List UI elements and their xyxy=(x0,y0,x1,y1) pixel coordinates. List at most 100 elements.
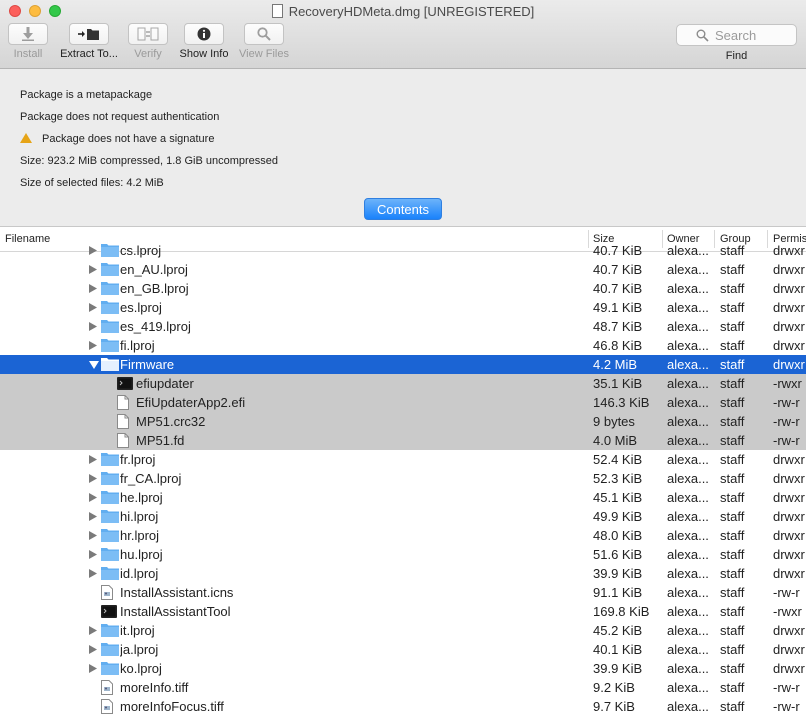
table-row[interactable]: MP51.fd 4.0 MiB alexa... staff -rw-r xyxy=(0,431,806,450)
file-group: staff xyxy=(720,604,745,619)
document-icon xyxy=(271,4,283,18)
disclosure-triangle-icon[interactable] xyxy=(89,260,99,279)
file-owner: alexa... xyxy=(667,357,709,372)
disclosure-triangle-icon[interactable] xyxy=(89,298,99,317)
table-row[interactable]: InstallAssistant.icns 91.1 KiB alexa... sta… xyxy=(0,583,806,602)
file-group: staff xyxy=(720,281,745,296)
disclosure-triangle-icon[interactable] xyxy=(89,640,99,659)
table-row[interactable]: ja.lproj 40.1 KiB alexa... staff drwxr xyxy=(0,640,806,659)
table-row[interactable]: hu.lproj 51.6 KiB alexa... staff drwxr xyxy=(0,545,806,564)
file-group: staff xyxy=(720,585,745,600)
file-size: 4.2 MiB xyxy=(593,357,638,372)
table-row[interactable]: en_GB.lproj 40.7 KiB alexa... staff drwxr xyxy=(0,279,806,298)
file-name: efiupdater xyxy=(136,376,194,391)
file-group: staff xyxy=(720,547,745,562)
file-name: moreInfo.tiff xyxy=(120,680,189,695)
table-row[interactable]: hi.lproj 49.9 KiB alexa... staff drwxr xyxy=(0,507,806,526)
info-icon xyxy=(197,27,211,41)
disclosure-triangle-icon[interactable] xyxy=(89,545,99,564)
file-group: staff xyxy=(720,433,745,448)
table-row[interactable]: hr.lproj 48.0 KiB alexa... staff drwxr xyxy=(0,526,806,545)
table-row[interactable]: ko.lproj 39.9 KiB alexa... staff drwxr xyxy=(0,659,806,678)
install-button[interactable]: Install xyxy=(8,23,48,60)
file-size: 9 bytes xyxy=(593,414,635,429)
file-permissions: drwxr xyxy=(773,243,805,258)
table-row[interactable]: InstallAssistantTool 169.8 KiB alexa... sta… xyxy=(0,602,806,621)
file-name: fi.lproj xyxy=(120,338,155,353)
file-size: 46.8 KiB xyxy=(593,338,643,353)
file-permissions: drwxr xyxy=(773,642,805,657)
disclosure-triangle-icon[interactable] xyxy=(89,469,99,488)
file-name: en_GB.lproj xyxy=(120,281,189,296)
disclosure-triangle-icon[interactable] xyxy=(89,279,99,298)
search-input[interactable]: Search xyxy=(676,24,797,46)
file-name: ko.lproj xyxy=(120,661,162,676)
file-group: staff xyxy=(720,452,745,467)
file-permissions: drwxr xyxy=(773,357,805,372)
table-row[interactable]: fr.lproj 52.4 KiB alexa... staff drwxr xyxy=(0,450,806,469)
file-table[interactable]: Filename Size Owner Group Permis cs.lpro… xyxy=(0,226,806,717)
file-permissions: drwxr xyxy=(773,300,805,315)
verify-button[interactable]: Verify xyxy=(128,23,168,60)
file-owner: alexa... xyxy=(667,338,709,353)
disclosure-triangle-icon[interactable] xyxy=(89,317,99,336)
file-size: 4.0 MiB xyxy=(593,433,638,448)
disclosure-triangle-icon[interactable] xyxy=(89,507,99,526)
table-row[interactable]: efiupdater 35.1 KiB alexa... staff -rwxr xyxy=(0,374,806,393)
file-name: EfiUpdaterApp2.efi xyxy=(136,395,246,410)
extract-to-button[interactable]: Extract To... xyxy=(57,23,121,60)
verify-documents-icon xyxy=(137,27,159,41)
show-info-button[interactable]: Show Info xyxy=(176,23,232,60)
table-row[interactable]: es_419.lproj 48.7 KiB alexa... staff drwxr xyxy=(0,317,806,336)
table-row-partial[interactable]: cs.lproj 40.7 KiB alexa... staff drwxr xyxy=(0,241,806,260)
disclosure-triangle-icon[interactable] xyxy=(89,526,99,545)
file-group: staff xyxy=(720,528,745,543)
file-permissions: drwxr xyxy=(773,566,805,581)
disclosure-triangle-icon[interactable] xyxy=(89,564,99,583)
table-row[interactable]: he.lproj 45.1 KiB alexa... staff drwxr xyxy=(0,488,806,507)
file-size: 51.6 KiB xyxy=(593,547,643,562)
file-size: 48.7 KiB xyxy=(593,319,643,334)
table-row[interactable]: en_AU.lproj 40.7 KiB alexa... staff drwxr xyxy=(0,260,806,279)
file-group: staff xyxy=(720,680,745,695)
info-signature: Package does not have a signature xyxy=(42,133,215,145)
file-group: staff xyxy=(720,262,745,277)
table-row[interactable]: fr_CA.lproj 52.3 KiB alexa... staff drwxr xyxy=(0,469,806,488)
file-group: staff xyxy=(720,395,745,410)
file-owner: alexa... xyxy=(667,471,709,486)
disclosure-triangle-icon[interactable] xyxy=(89,488,99,507)
disclosure-triangle-icon[interactable] xyxy=(89,450,99,469)
disclosure-triangle-icon[interactable] xyxy=(89,659,99,678)
table-row[interactable]: moreInfo.tiff 9.2 KiB alexa... staff -rw-r xyxy=(0,678,806,697)
file-group: staff xyxy=(720,319,745,334)
file-group: staff xyxy=(720,338,745,353)
file-permissions: -rw-r xyxy=(773,414,800,429)
disclosure-triangle-icon[interactable] xyxy=(89,336,99,355)
table-row[interactable]: Firmware 4.2 MiB alexa... staff drwxr xyxy=(0,355,806,374)
contents-button[interactable]: Contents xyxy=(364,198,442,220)
disclosure-triangle-icon[interactable] xyxy=(89,355,99,374)
table-row[interactable]: EfiUpdaterApp2.efi 146.3 KiB alexa... staff… xyxy=(0,393,806,412)
file-owner: alexa... xyxy=(667,509,709,524)
file-owner: alexa... xyxy=(667,490,709,505)
file-group: staff xyxy=(720,300,745,315)
table-row[interactable]: es.lproj 49.1 KiB alexa... staff drwxr xyxy=(0,298,806,317)
table-row[interactable]: it.lproj 45.2 KiB alexa... staff drwxr xyxy=(0,621,806,640)
file-group: staff xyxy=(720,376,745,391)
table-row[interactable]: id.lproj 39.9 KiB alexa... staff drwxr xyxy=(0,564,806,583)
disclosure-triangle-icon[interactable] xyxy=(89,621,99,640)
disclosure-triangle-icon[interactable] xyxy=(89,241,99,260)
magnifier-icon xyxy=(257,27,271,41)
file-owner: alexa... xyxy=(667,414,709,429)
file-owner: alexa... xyxy=(667,661,709,676)
file-group: staff xyxy=(720,566,745,581)
window-title: RecoveryHDMeta.dmg [UNREGISTERED] xyxy=(0,4,806,19)
table-row[interactable]: MP51.crc32 9 bytes alexa... staff -rw-r xyxy=(0,412,806,431)
table-row[interactable]: fi.lproj 46.8 KiB alexa... staff drwxr xyxy=(0,336,806,355)
table-row[interactable]: moreInfoFocus.tiff 9.7 KiB alexa... staff -r… xyxy=(0,697,806,716)
view-files-button[interactable]: View Files xyxy=(236,23,292,60)
file-name: moreInfoFocus.tiff xyxy=(120,699,224,714)
file-permissions: drwxr xyxy=(773,661,805,676)
show-info-label: Show Info xyxy=(179,48,229,60)
file-permissions: drwxr xyxy=(773,509,805,524)
